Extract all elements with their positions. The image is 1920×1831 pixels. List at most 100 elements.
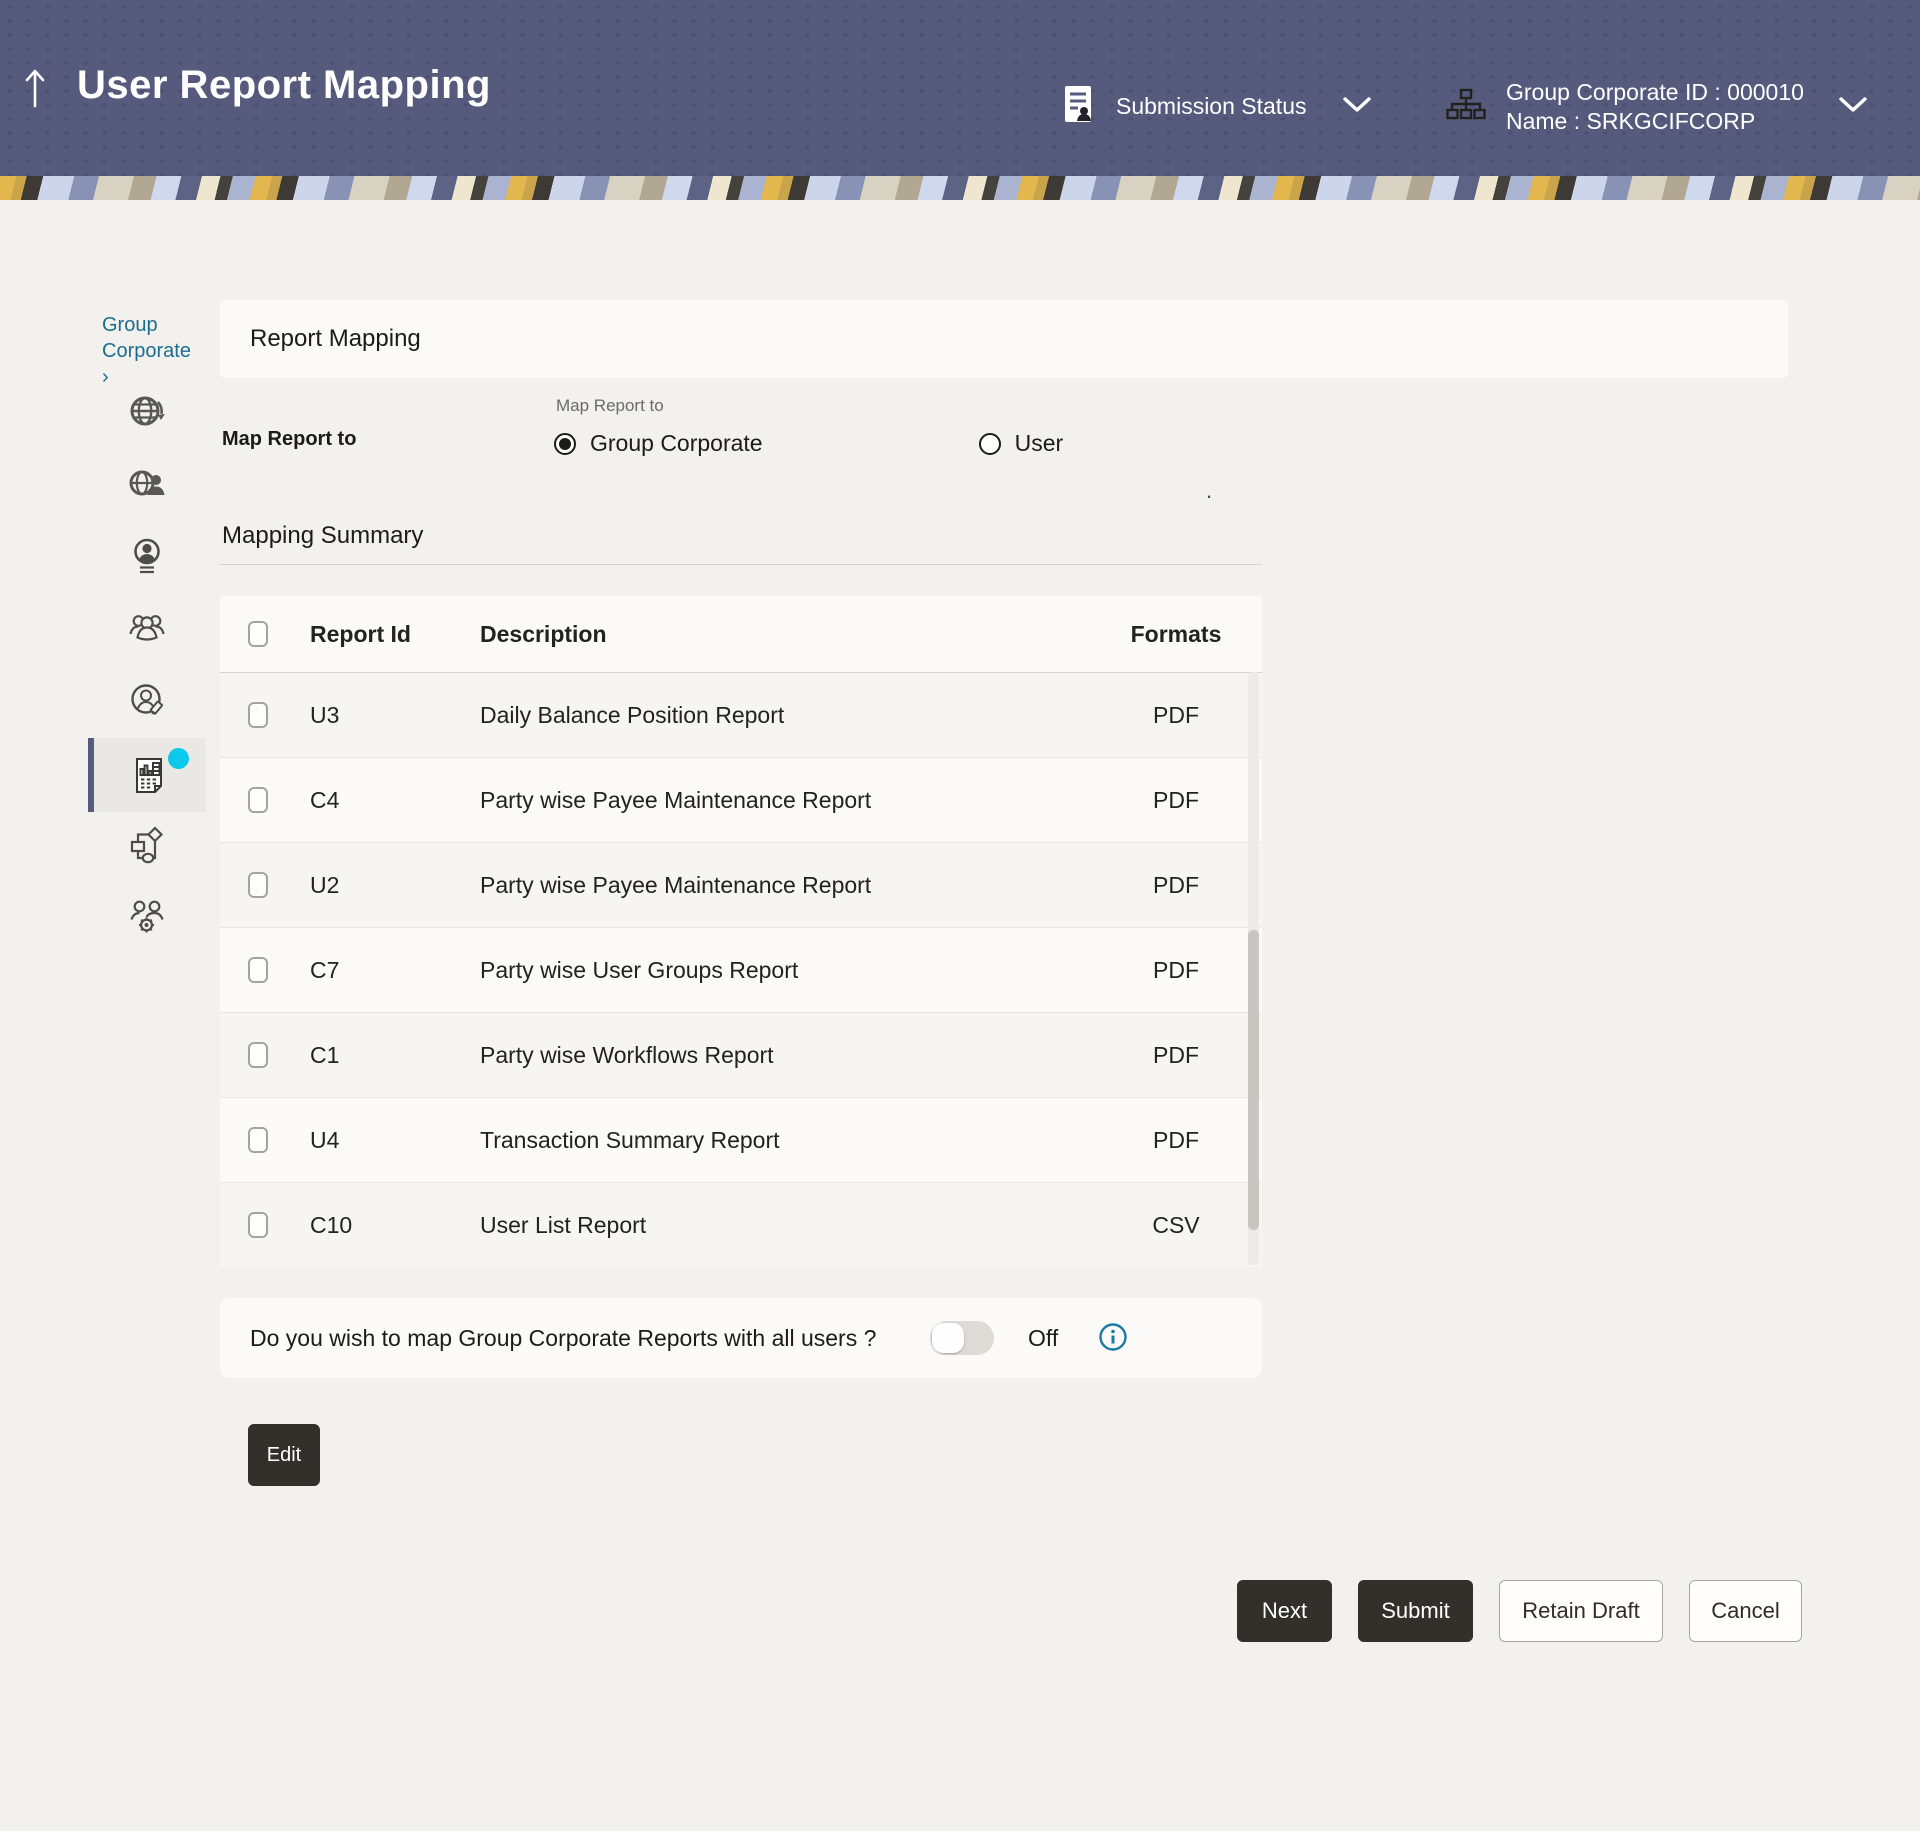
user-report-mapping-page: User Report Mapping Submission Status	[0, 0, 1920, 1831]
workflow-icon	[125, 823, 169, 867]
user-id-icon	[125, 534, 169, 578]
table-row: C4 Party wise Payee Maintenance Report P…	[220, 757, 1262, 842]
group-corporate-info: Group Corporate ID : 000010 Name : SRKGC…	[1506, 78, 1804, 136]
report-format: PDF	[1090, 872, 1262, 899]
report-id: C7	[310, 957, 480, 984]
table-scrollbar-thumb[interactable]	[1248, 930, 1259, 1230]
table-row: U3 Daily Balance Position Report PDF	[220, 672, 1262, 757]
report-id: U3	[310, 702, 480, 729]
table-row: U4 Transaction Summary Report PDF	[220, 1097, 1262, 1182]
radio-unselected-icon[interactable]	[979, 433, 1001, 455]
table-row: C1 Party wise Workflows Report PDF	[220, 1012, 1262, 1097]
sidebar-item-globe-user[interactable]	[88, 462, 206, 506]
report-id: C4	[310, 787, 480, 814]
mapping-summary-table: Report Id Description Formats U3 Daily B…	[220, 596, 1262, 1267]
map-all-users-question: Do you wish to map Group Corporate Repor…	[250, 1325, 876, 1352]
column-formats: Formats	[1090, 621, 1262, 648]
row-checkbox[interactable]	[248, 1212, 268, 1238]
edit-button[interactable]: Edit	[248, 1424, 320, 1486]
column-description: Description	[480, 621, 1090, 648]
radio-option-group-corporate[interactable]: Group Corporate	[554, 430, 763, 457]
users-settings-icon	[125, 893, 169, 937]
report-description: Party wise User Groups Report	[480, 957, 1090, 984]
report-description: Party wise Payee Maintenance Report	[480, 872, 1090, 899]
report-format: PDF	[1090, 1042, 1262, 1069]
report-id: C10	[310, 1212, 480, 1239]
chevron-down-icon	[1838, 96, 1868, 118]
sidebar-item-workflow[interactable]	[88, 823, 206, 867]
group-corporate-id: Group Corporate ID : 000010	[1506, 78, 1804, 107]
app-header: User Report Mapping Submission Status	[0, 0, 1920, 176]
radio-option-user[interactable]: User	[979, 430, 1064, 457]
report-mapping-icon	[124, 752, 170, 798]
submission-status-label: Submission Status	[1116, 93, 1306, 120]
sidebar-item-user-groups[interactable]	[88, 605, 206, 649]
map-all-users-row: Do you wish to map Group Corporate Repor…	[220, 1298, 1262, 1378]
table-row: U2 Party wise Payee Maintenance Report P…	[220, 842, 1262, 927]
report-format: PDF	[1090, 702, 1262, 729]
report-format: PDF	[1090, 1127, 1262, 1154]
sidebar-item-globe-sync[interactable]	[88, 389, 206, 433]
report-description: User List Report	[480, 1212, 1090, 1239]
globe-user-icon	[125, 462, 169, 506]
page-title: User Report Mapping	[77, 63, 491, 108]
user-edit-icon	[125, 677, 169, 721]
submission-status-menu[interactable]: Submission Status	[1062, 84, 1372, 129]
report-id: C1	[310, 1042, 480, 1069]
report-format: CSV	[1090, 1212, 1262, 1239]
row-checkbox[interactable]	[248, 1042, 268, 1068]
report-format: PDF	[1090, 787, 1262, 814]
radio-selected-icon[interactable]	[554, 433, 576, 455]
report-id: U2	[310, 872, 480, 899]
table-header-row: Report Id Description Formats	[220, 596, 1262, 672]
section-divider	[220, 564, 1262, 565]
cancel-button[interactable]: Cancel	[1689, 1580, 1802, 1642]
breadcrumb-chevron-icon: ›	[102, 366, 109, 388]
active-badge-dot	[168, 748, 189, 769]
map-all-users-toggle[interactable]	[930, 1321, 994, 1355]
info-icon[interactable]	[1098, 1322, 1128, 1352]
submit-button[interactable]: Submit	[1358, 1580, 1473, 1642]
report-description: Transaction Summary Report	[480, 1127, 1090, 1154]
report-description: Party wise Workflows Report	[480, 1042, 1090, 1069]
row-checkbox[interactable]	[248, 872, 268, 898]
report-description: Party wise Payee Maintenance Report	[480, 787, 1090, 814]
sidebar: Group Corporate ›	[88, 308, 206, 1008]
card-title: Report Mapping	[250, 325, 421, 353]
back-arrow-icon[interactable]	[22, 66, 48, 110]
org-hierarchy-icon	[1446, 88, 1486, 126]
row-checkbox[interactable]	[248, 1127, 268, 1153]
decorative-banner	[0, 176, 1920, 200]
group-corporate-menu[interactable]: Group Corporate ID : 000010 Name : SRKGC…	[1446, 78, 1868, 136]
column-report-id: Report Id	[310, 621, 480, 648]
breadcrumb[interactable]: Group Corporate ›	[102, 312, 198, 390]
sidebar-item-user-id[interactable]	[88, 534, 206, 578]
sidebar-item-user-edit[interactable]	[88, 677, 206, 721]
report-description: Daily Balance Position Report	[480, 702, 1090, 729]
group-corporate-name: Name : SRKGCIFCORP	[1506, 107, 1804, 136]
table-row: C10 User List Report CSV	[220, 1182, 1262, 1267]
select-all-checkbox[interactable]	[248, 621, 268, 647]
sidebar-item-report-mapping[interactable]	[88, 738, 206, 812]
table-row: C7 Party wise User Groups Report PDF	[220, 927, 1262, 1012]
toggle-state-label: Off	[1028, 1325, 1058, 1352]
user-group-icon	[125, 605, 169, 649]
report-format: PDF	[1090, 957, 1262, 984]
row-checkbox[interactable]	[248, 957, 268, 983]
submission-status-icon	[1062, 84, 1094, 129]
toggle-knob	[932, 1323, 964, 1353]
sidebar-item-users-settings[interactable]	[88, 893, 206, 937]
map-report-to-radio-group: Group Corporate User	[554, 430, 1063, 457]
row-checkbox[interactable]	[248, 787, 268, 813]
row-checkbox[interactable]	[248, 702, 268, 728]
map-report-to-field-label: Map Report to	[556, 396, 664, 416]
retain-draft-button[interactable]: Retain Draft	[1499, 1580, 1663, 1642]
map-report-to-field: Map Report to Map Report to Group Corpor…	[220, 396, 1262, 476]
report-id: U4	[310, 1127, 480, 1154]
footer-actions: Next Submit Retain Draft Cancel	[1237, 1580, 1802, 1642]
table-scrollbar-track[interactable]	[1248, 672, 1259, 1265]
map-report-to-label: Map Report to	[222, 428, 356, 451]
chevron-down-icon	[1342, 96, 1372, 118]
next-button[interactable]: Next	[1237, 1580, 1332, 1642]
stray-period: .	[1206, 478, 1212, 504]
